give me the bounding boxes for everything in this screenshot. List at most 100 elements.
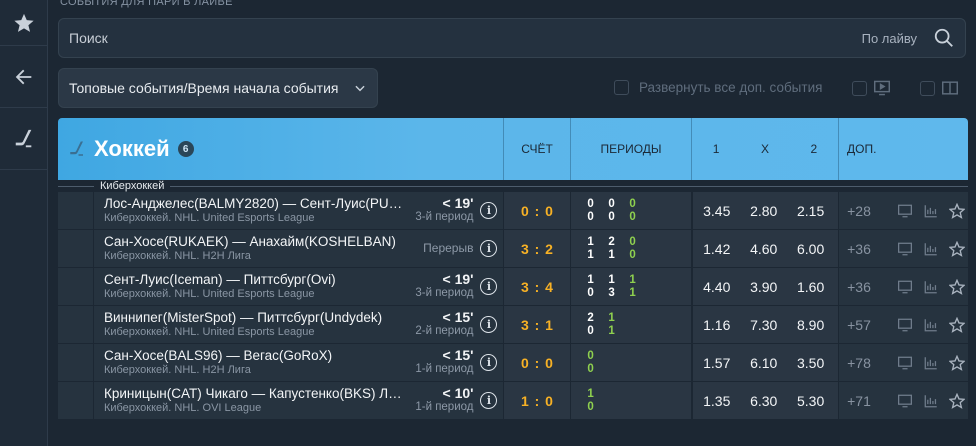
star-icon[interactable] <box>949 354 966 371</box>
statistics-icon[interactable] <box>923 318 939 332</box>
event-row[interactable]: Сан-Хосе(RUKAEK) — Анахайм(KOSHELBAN) Ки… <box>58 230 968 268</box>
event-odds: 1.16 7.30 8.90 <box>691 306 839 343</box>
monitor-icon[interactable] <box>897 204 913 218</box>
monitor-icon[interactable] <box>897 280 913 294</box>
league-group-header: Киберхоккей <box>58 180 968 192</box>
back-button[interactable] <box>0 46 47 108</box>
odd-2-button[interactable]: 1.60 <box>797 279 824 295</box>
statistics-icon[interactable] <box>923 356 939 370</box>
more-markets-button[interactable]: +71 <box>847 393 893 409</box>
live-events-page: СОБЫТИЯ ДЛЯ ПАРИ В ЛАЙВЕ По лайву Топовы… <box>0 0 976 446</box>
period-score: 1 <box>587 249 594 261</box>
stats-filter-toggle[interactable] <box>920 80 959 96</box>
event-odds: 3.45 2.80 2.15 <box>691 192 839 229</box>
event-periods: 21 01 <box>570 306 692 343</box>
star-icon[interactable] <box>949 316 966 333</box>
statistics-icon[interactable] <box>923 280 939 294</box>
periods-away: 0 3 1 <box>587 287 691 300</box>
search-bar: По лайву <box>58 18 966 58</box>
odd-x-button[interactable]: 3.90 <box>750 279 777 295</box>
video-filter-checkbox[interactable] <box>852 80 867 96</box>
stats-filter-checkbox[interactable] <box>920 80 935 96</box>
odd-x-button[interactable]: 7.30 <box>750 317 777 333</box>
star-icon[interactable] <box>949 202 966 219</box>
period-score: 0 <box>629 198 636 210</box>
monitor-icon[interactable] <box>897 356 913 370</box>
arrow-left-icon <box>15 69 31 84</box>
periods-away: 1 1 0 <box>587 249 691 262</box>
statistics-icon[interactable] <box>923 204 939 218</box>
search-mode-label[interactable]: По лайву <box>862 31 917 46</box>
odd-2-header: 2 <box>810 142 818 156</box>
more-markets-button[interactable]: +57 <box>847 317 893 333</box>
event-period: Перерыв <box>423 241 474 255</box>
event-teams-cell[interactable]: Сент-Луис(Iceman) — Питтсбург(Ovi) Кибер… <box>93 268 504 305</box>
event-teams[interactable]: Сент-Луис(Iceman) — Питтсбург(Ovi) <box>104 272 410 287</box>
odd-1-button[interactable]: 1.57 <box>703 355 730 371</box>
event-teams-cell[interactable]: Криницын(CAT) Чикаго — Капустенко(BKS) Л… <box>93 382 504 419</box>
monitor-icon[interactable] <box>897 318 913 332</box>
event-row[interactable]: Виннипег(MisterSpot) — Питтсбург(Undydek… <box>58 306 968 344</box>
event-teams-cell[interactable]: Лос-Анджелес(BALMY2820) — Сент-Луис(PU… … <box>93 192 504 229</box>
expand-all-toggle[interactable]: Развернуть все доп. события <box>614 80 822 95</box>
event-row[interactable]: Сан-Хосе(BALS96) — Вегас(GoRoX) Киберхок… <box>58 344 968 382</box>
odd-1-button[interactable]: 1.42 <box>703 241 730 257</box>
monitor-icon[interactable] <box>897 394 913 408</box>
search-icon[interactable] <box>933 27 955 49</box>
star-icon[interactable] <box>949 240 966 257</box>
event-teams-cell[interactable]: Сан-Хосе(BALS96) — Вегас(GoRoX) Киберхок… <box>93 344 504 381</box>
odd-x-button[interactable]: 6.30 <box>750 393 777 409</box>
sport-header[interactable]: Хоккей 6 <box>58 118 503 180</box>
sort-select[interactable]: Топовые события/Время начала события <box>58 68 378 108</box>
more-markets-button[interactable]: +36 <box>847 241 893 257</box>
event-fav-cell <box>58 344 94 381</box>
event-teams[interactable]: Сан-Хосе(RUKAEK) — Анахайм(KOSHELBAN) <box>104 234 410 249</box>
search-input[interactable] <box>59 30 862 46</box>
expand-all-label: Развернуть все доп. события <box>639 80 823 95</box>
event-odds: 4.40 3.90 1.60 <box>691 268 839 305</box>
event-row[interactable]: Сент-Луис(Iceman) — Питтсбург(Ovi) Кибер… <box>58 268 968 306</box>
odd-1-button[interactable]: 3.45 <box>703 203 730 219</box>
event-teams[interactable]: Криницын(CAT) Чикаго — Капустенко(BKS) Л… <box>104 386 410 401</box>
odd-1-button[interactable]: 1.35 <box>703 393 730 409</box>
more-markets-button[interactable]: +36 <box>847 279 893 295</box>
period-score: 0 <box>629 236 636 248</box>
statistics-icon[interactable] <box>923 394 939 408</box>
odd-2-button[interactable]: 8.90 <box>797 317 824 333</box>
event-fav-cell <box>58 382 94 419</box>
event-teams-cell[interactable]: Сан-Хосе(RUKAEK) — Анахайм(KOSHELBAN) Ки… <box>93 230 504 267</box>
event-row[interactable]: Криницын(CAT) Чикаго — Капустенко(BKS) Л… <box>58 382 968 420</box>
odd-2-button[interactable]: 2.15 <box>797 203 824 219</box>
star-icon[interactable] <box>949 278 966 295</box>
event-row[interactable]: Лос-Анджелес(BALMY2820) — Сент-Луис(PU… … <box>58 192 968 230</box>
event-minute: < 15' <box>442 347 474 363</box>
periods-away: 0 0 0 <box>587 211 691 224</box>
event-periods: 0 0 <box>570 344 692 381</box>
event-fav-cell <box>58 230 94 267</box>
event-teams[interactable]: Сан-Хосе(BALS96) — Вегас(GoRoX) <box>104 348 410 363</box>
period-score: 0 <box>587 363 594 375</box>
event-teams[interactable]: Виннипег(MisterSpot) — Питтсбург(Undydek… <box>104 310 410 325</box>
odd-1-button[interactable]: 1.16 <box>703 317 730 333</box>
period-score <box>629 312 650 325</box>
statistics-icon[interactable] <box>923 242 939 256</box>
odd-2-button[interactable]: 6.00 <box>797 241 824 257</box>
event-teams-cell[interactable]: Виннипег(MisterSpot) — Питтсбург(Undydek… <box>93 306 504 343</box>
hockey-sport-button[interactable] <box>0 108 47 170</box>
event-score: 0 : 0 <box>503 344 571 381</box>
video-filter-toggle[interactable] <box>852 80 891 96</box>
odd-x-button[interactable]: 2.80 <box>750 203 777 219</box>
odd-x-button[interactable]: 6.10 <box>750 355 777 371</box>
favorites-button[interactable] <box>0 0 47 46</box>
odd-1-button[interactable]: 4.40 <box>703 279 730 295</box>
star-icon[interactable] <box>949 392 966 409</box>
monitor-icon[interactable] <box>897 242 913 256</box>
more-markets-button[interactable]: +28 <box>847 203 893 219</box>
odd-2-button[interactable]: 3.50 <box>797 355 824 371</box>
periods-away: 0 <box>587 401 691 414</box>
odd-x-button[interactable]: 4.60 <box>750 241 777 257</box>
expand-all-checkbox[interactable] <box>614 80 629 95</box>
event-teams[interactable]: Лос-Анджелес(BALMY2820) — Сент-Луис(PU… <box>104 196 410 211</box>
more-markets-button[interactable]: +78 <box>847 355 893 371</box>
odd-2-button[interactable]: 5.30 <box>797 393 824 409</box>
